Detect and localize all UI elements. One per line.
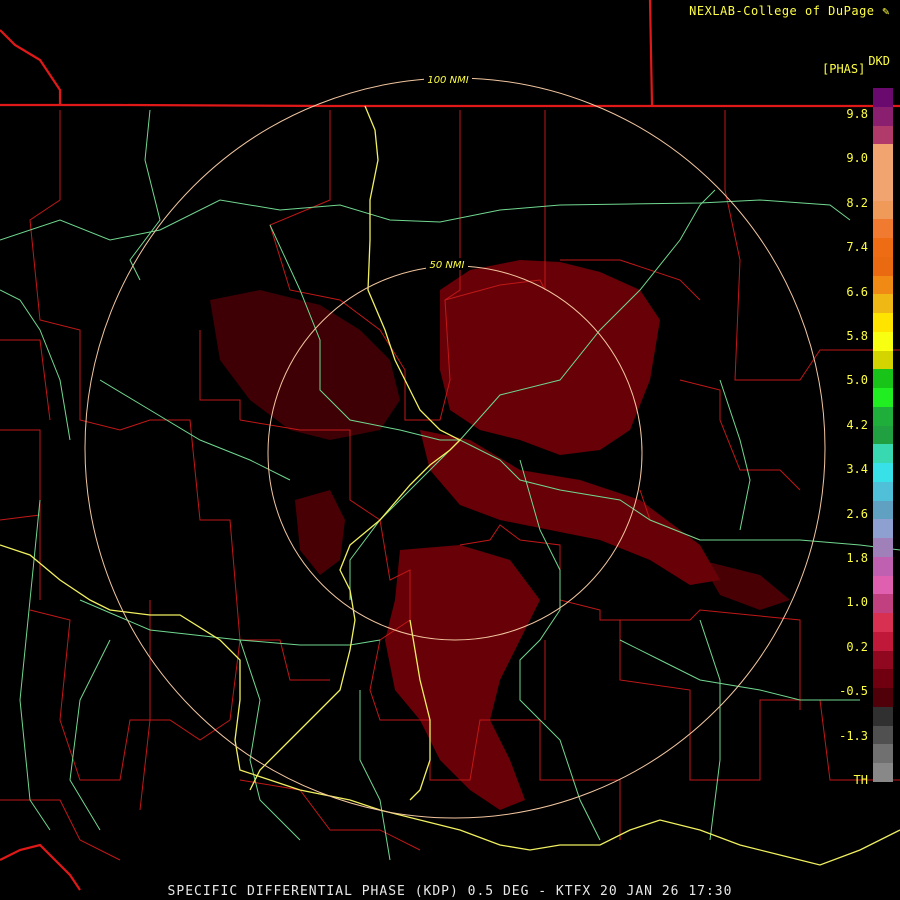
legend-tick-label: 1.8: [846, 551, 868, 565]
legend-swatch: [873, 594, 893, 613]
legend-swatch: [873, 275, 893, 295]
legend-swatch: [873, 781, 893, 801]
echo-sw-scatter: [295, 490, 345, 575]
echo-east-streak: [700, 560, 790, 610]
legend-swatch: [873, 106, 893, 126]
legend-tick-label: 9.8: [846, 107, 868, 121]
legend-swatch: [873, 350, 893, 370]
legend-swatch: [873, 575, 893, 595]
pencil-icon: ✎: [882, 4, 890, 18]
echo-west-scatter: [210, 290, 400, 440]
product-caption: SPECIFIC DIFFERENTIAL PHASE (KDP) 0.5 DE…: [167, 884, 733, 899]
unit-label-bottom: [PHAS]: [822, 62, 866, 76]
legend-swatch: [873, 313, 893, 332]
unit-label-top: DKD: [868, 54, 890, 68]
legend-swatch: [873, 369, 893, 388]
legend-tick-label: 0.2: [846, 639, 868, 654]
legend-swatch: [873, 688, 893, 707]
legend-tick-label: 8.2: [846, 195, 868, 210]
echo-south-plume: [385, 545, 540, 810]
legend-swatch: [873, 725, 893, 745]
legend-swatch: [873, 200, 893, 220]
ring-label-100: 100 NMI: [427, 75, 468, 86]
legend-tick-label: 6.6: [846, 284, 868, 299]
legend-swatch: [873, 331, 893, 351]
legend-swatch: [873, 613, 893, 632]
legend-tick-label: 2.6: [846, 506, 868, 521]
legend-swatch: [873, 763, 893, 782]
legend-tick-label: 9.0: [846, 151, 868, 166]
ring-label-50: 50 NMI: [430, 260, 465, 271]
legend-tick-label: 7.4: [846, 240, 868, 255]
radar-map: 50 NMI 100 NMI: [0, 0, 900, 891]
legend-swatch: [873, 481, 893, 501]
legend-swatch: [873, 406, 893, 426]
legend-swatch: [873, 538, 893, 557]
legend-tick-label: 5.8: [846, 329, 868, 343]
legend-swatch: [873, 388, 893, 407]
legend-tick-label: 5.0: [846, 373, 868, 388]
legend-tick-label: TH: [853, 773, 868, 787]
legend-tick-label: 1.0: [846, 595, 868, 610]
legend-tick-label: 4.2: [846, 417, 868, 432]
legend-tick-label: -1.3: [839, 728, 868, 743]
color-legend-bar: [873, 88, 893, 801]
legend-swatch: [873, 650, 893, 670]
legend-swatch: [873, 219, 893, 238]
legend-swatch: [873, 500, 893, 520]
legend-swatch: [873, 125, 893, 145]
credit-text: NEXLAB-College of DuPage: [689, 4, 875, 18]
legend-swatch: [873, 238, 893, 257]
legend-swatch: [873, 744, 893, 763]
legend-swatch: [873, 163, 893, 182]
legend-tick-label: -0.5: [839, 684, 868, 699]
legend-swatch: [873, 294, 893, 313]
legend-swatch: [873, 631, 893, 651]
legend-swatch: [873, 444, 893, 463]
legend-swatch: [873, 519, 893, 538]
legend-swatch: [873, 669, 893, 688]
legend-swatch: [873, 88, 893, 107]
legend-swatch: [873, 144, 893, 163]
legend-swatch: [873, 556, 893, 576]
legend-swatch: [873, 256, 893, 276]
legend-swatch: [873, 463, 893, 482]
legend-swatch: [873, 706, 893, 726]
legend-swatch: [873, 181, 893, 201]
radar-echo-layer: [210, 260, 790, 810]
legend-swatch: [873, 425, 893, 445]
legend-tick-label: 3.4: [846, 462, 868, 477]
credit-label: NEXLAB-College of DuPage ✎: [689, 4, 890, 18]
